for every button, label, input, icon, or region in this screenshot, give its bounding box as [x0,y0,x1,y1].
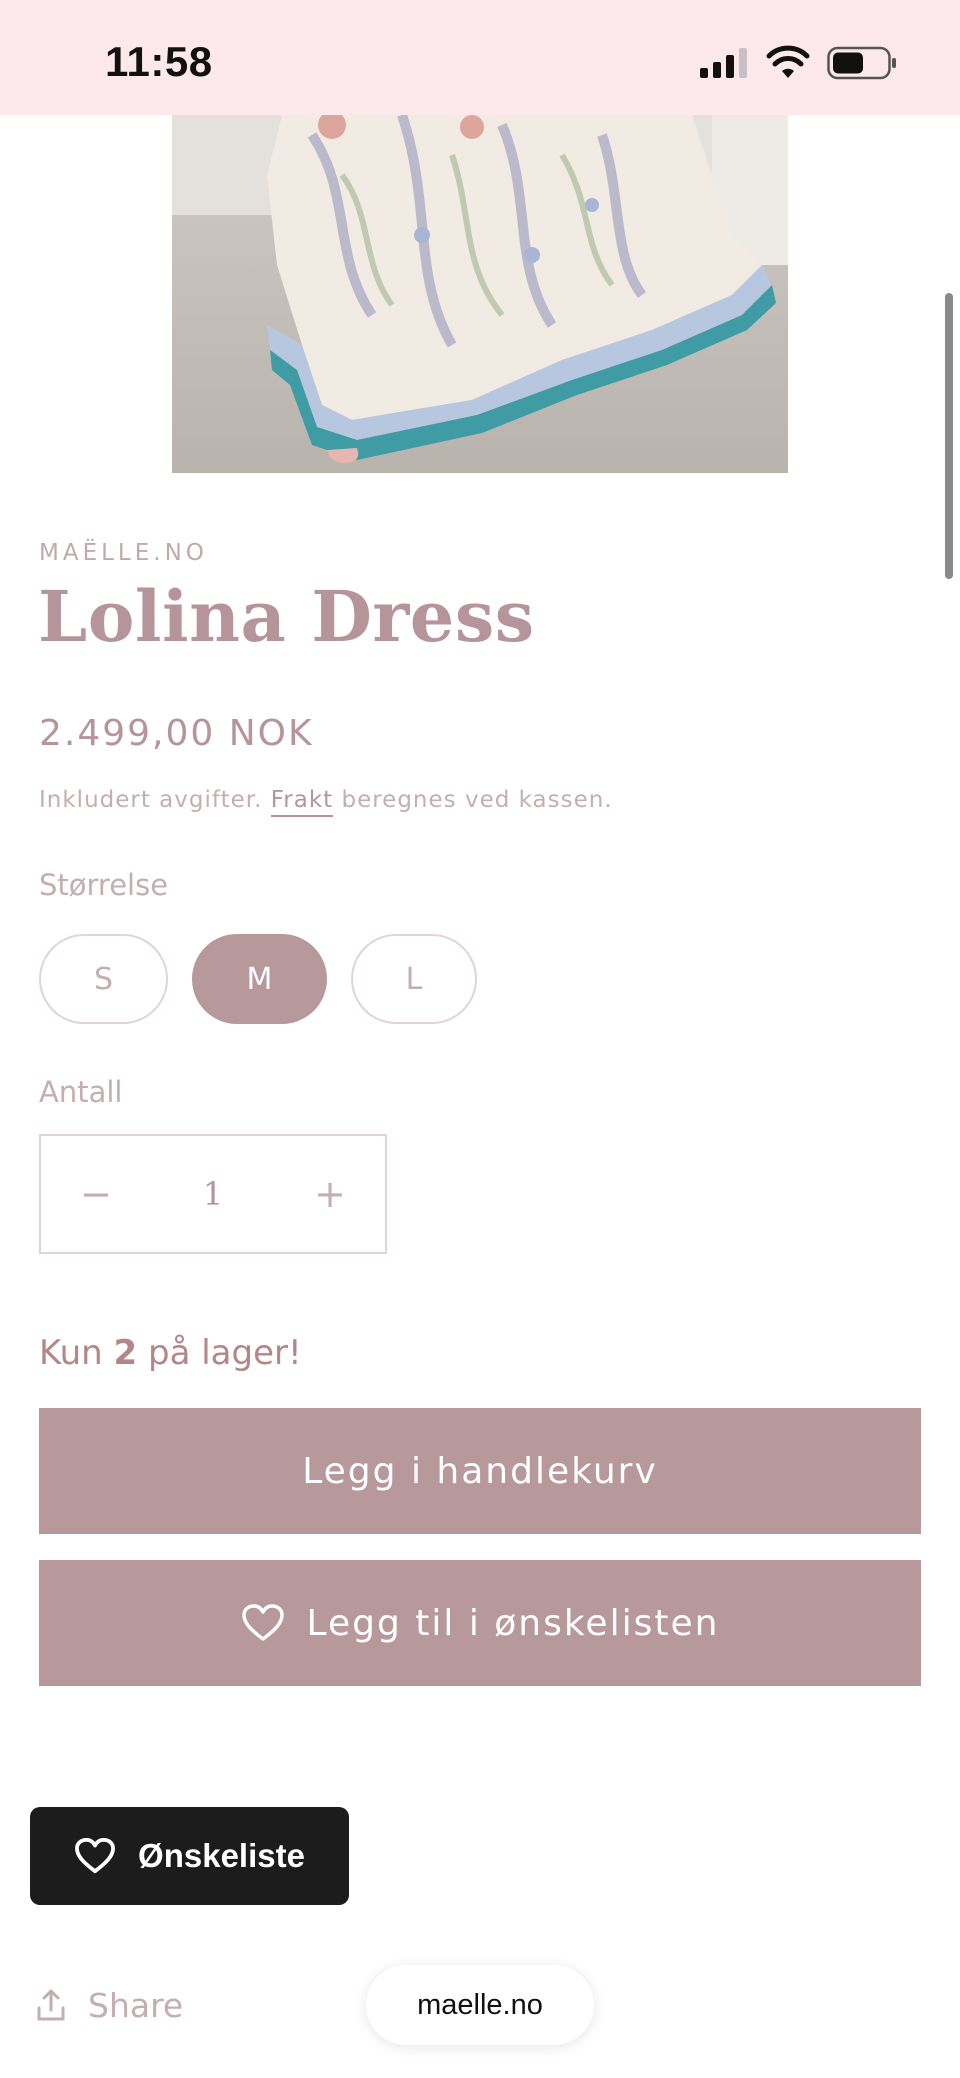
size-option-l[interactable]: L [351,934,477,1024]
quantity-input[interactable]: 1 [151,1136,275,1252]
cellular-signal-icon [700,48,747,78]
wifi-icon [766,45,810,78]
browser-url: maelle.no [417,1988,543,2021]
quantity-decrease-button[interactable]: − [41,1136,151,1252]
quantity-increase-button[interactable]: + [275,1136,385,1252]
page-scrollbar[interactable] [945,293,953,579]
battery-icon [827,46,896,80]
dress-photo [172,115,788,473]
floating-wishlist-label: Ønskeliste [138,1837,305,1874]
tax-note: Inkludert avgifter. Frakt beregnes ved k… [39,787,613,817]
status-time: 11:58 [105,38,213,85]
quantity-label: Antall [39,1075,123,1109]
stock-count: 2 [113,1333,138,1373]
product-vendor: MAËLLE.NO [39,540,208,566]
stock-suffix: på lager! [148,1333,302,1373]
size-label: Størrelse [39,868,169,902]
floating-wishlist-button[interactable]: Ønskeliste [30,1807,349,1905]
tax-note-text: Inkludert avgifter. [39,787,263,813]
size-option-m[interactable]: M [192,934,327,1024]
stock-prefix: Kun [39,1333,103,1373]
stock-notice: Kun 2 på lager! [39,1333,302,1373]
status-bar: 11:58 [0,0,960,115]
browser-url-bar[interactable]: maelle.no [366,1965,594,2045]
product-title: Lolina Dress [38,575,535,658]
heart-icon [75,1837,115,1874]
share-button[interactable]: Share [36,1980,183,2030]
share-icon [37,1989,65,2021]
share-label: Share [88,1985,184,2025]
add-to-cart-label: Legg i handlekurv [302,1450,658,1492]
add-to-wishlist-label: Legg til i ønskelisten [306,1602,720,1644]
tax-note-text-end: beregnes ved kassen. [341,787,613,813]
heart-icon [241,1604,284,1641]
product-image[interactable] [172,115,788,473]
add-to-cart-button[interactable]: Legg i handlekurv [39,1408,921,1534]
size-option-s[interactable]: S [39,934,168,1024]
add-to-wishlist-button[interactable]: Legg til i ønskelisten [39,1560,921,1686]
product-price: 2.499,00 NOK [39,713,314,754]
quantity-stepper: − 1 + [39,1134,387,1254]
shipping-link[interactable]: Frakt [270,787,334,817]
